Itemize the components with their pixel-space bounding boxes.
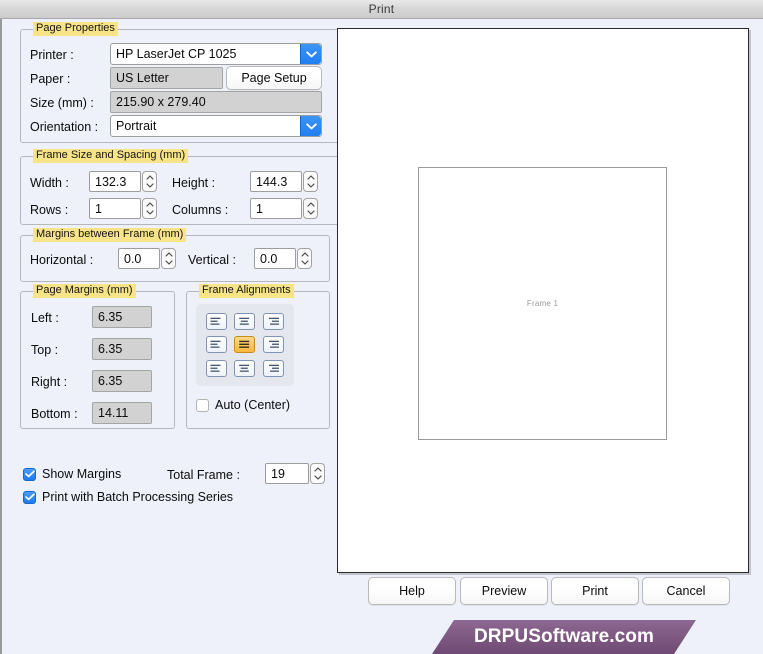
orientation-value: Portrait (116, 119, 157, 133)
total-frame-label: Total Frame : (167, 468, 240, 482)
columns-label: Columns : (172, 203, 229, 217)
right-margin-value: 6.35 (98, 374, 123, 388)
orientation-select[interactable]: Portrait (110, 115, 322, 137)
size-value-field: 215.90 x 279.40 (110, 91, 322, 113)
total-frame-value: 19 (271, 466, 285, 481)
top-margin-field: 6.35 (92, 338, 152, 360)
align-middle-right-icon[interactable] (263, 336, 285, 354)
align-bottom-left-icon[interactable] (205, 359, 227, 377)
width-value: 132.3 (95, 174, 127, 189)
title-bar: Print (0, 0, 763, 19)
paper-label: Paper : (30, 72, 71, 86)
horizontal-label: Horizontal : (30, 253, 94, 267)
align-bottom-center-icon[interactable] (234, 359, 256, 377)
total-frame-input[interactable]: 19 (265, 463, 309, 484)
vertical-stepper[interactable] (297, 248, 312, 269)
align-top-right-icon[interactable] (263, 313, 285, 331)
print-button-label: Print (582, 584, 608, 598)
height-label: Height : (172, 176, 216, 190)
columns-input[interactable]: 1 (250, 198, 302, 219)
page-setup-label: Page Setup (241, 71, 307, 85)
show-margins-checkbox-row[interactable]: Show Margins (23, 467, 121, 481)
bottom-margin-value: 14.11 (98, 406, 129, 420)
size-label: Size (mm) : (30, 96, 94, 110)
page-margins-group-label: Page Margins (mm) (33, 284, 136, 298)
vertical-value: 0.0 (260, 251, 278, 266)
page-setup-button[interactable]: Page Setup (226, 66, 322, 90)
rows-value: 1 (95, 201, 102, 216)
preview-button[interactable]: Preview (460, 577, 548, 605)
print-preview-pane[interactable]: Frame 1 (337, 28, 749, 573)
window-title: Print (368, 2, 395, 16)
align-middle-center-icon[interactable] (234, 336, 256, 354)
top-margin-value: 6.35 (98, 342, 123, 356)
show-margins-label: Show Margins (42, 467, 122, 481)
left-margin-label: Left : (31, 311, 59, 325)
width-input[interactable]: 132.3 (89, 171, 141, 192)
horizontal-value: 0.0 (124, 251, 142, 266)
printer-label: Printer : (30, 48, 74, 62)
right-margin-label: Right : (31, 375, 68, 389)
right-margin-field: 6.35 (92, 370, 152, 392)
preview-frame-1[interactable]: Frame 1 (418, 167, 667, 440)
auto-center-checkbox[interactable] (196, 398, 209, 412)
left-margin-value: 6.35 (98, 310, 123, 324)
margins-between-group-label: Margins between Frame (mm) (33, 228, 187, 242)
brand-label: DRPUSoftware.com (473, 626, 655, 647)
height-input[interactable]: 144.3 (250, 171, 302, 192)
rows-input[interactable]: 1 (89, 198, 141, 219)
horizontal-stepper[interactable] (161, 248, 176, 269)
height-stepper[interactable] (303, 171, 318, 192)
preview-frame-label: Frame 1 (526, 299, 559, 308)
paper-value: US Letter (116, 71, 169, 85)
frame-alignment-pad (196, 304, 294, 386)
print-button[interactable]: Print (551, 577, 639, 605)
align-top-center-icon[interactable] (234, 313, 256, 331)
printer-select[interactable]: HP LaserJet CP 1025 (110, 43, 322, 65)
rows-label: Rows : (30, 203, 69, 217)
bottom-margin-field: 14.11 (92, 402, 152, 424)
bottom-margin-label: Bottom : (31, 407, 78, 421)
total-frame-stepper[interactable] (310, 463, 325, 484)
dialog-body: Page Properties Printer : HP LaserJet CP… (0, 19, 763, 654)
horizontal-input[interactable]: 0.0 (118, 248, 160, 269)
top-margin-label: Top : (31, 343, 59, 357)
align-top-left-icon[interactable] (205, 313, 227, 331)
orientation-label: Orientation : (30, 120, 99, 134)
frame-size-group-label: Frame Size and Spacing (mm) (33, 149, 189, 163)
printer-value: HP LaserJet CP 1025 (116, 47, 237, 61)
batch-processing-label: Print with Batch Processing Series (42, 490, 234, 504)
cancel-button[interactable]: Cancel (642, 577, 730, 605)
help-button[interactable]: Help (368, 577, 456, 605)
rows-stepper[interactable] (142, 198, 157, 219)
cancel-button-label: Cancel (666, 584, 706, 598)
batch-processing-checkbox-row[interactable]: Print with Batch Processing Series (23, 490, 233, 504)
help-button-label: Help (399, 584, 425, 598)
columns-value: 1 (256, 201, 263, 216)
show-margins-checkbox[interactable] (23, 467, 36, 481)
frame-alignment-grid (196, 304, 294, 386)
height-value: 144.3 (256, 174, 288, 189)
chevron-down-icon[interactable] (300, 116, 321, 136)
width-stepper[interactable] (142, 171, 157, 192)
align-bottom-right-icon[interactable] (263, 359, 285, 377)
width-label: Width : (30, 176, 69, 190)
brand-banner: DRPUSoftware.com (432, 620, 696, 654)
batch-processing-checkbox[interactable] (23, 490, 36, 504)
align-middle-left-icon[interactable] (205, 336, 227, 354)
print-dialog-window: Print Page Properties Printer : HP Laser… (0, 0, 763, 654)
columns-stepper[interactable] (303, 198, 318, 219)
vertical-label: Vertical : (188, 253, 236, 267)
paper-value-field: US Letter (110, 67, 223, 89)
preview-button-label: Preview (481, 584, 527, 598)
chevron-down-icon[interactable] (300, 44, 321, 64)
auto-center-checkbox-row[interactable]: Auto (Center) (196, 398, 290, 412)
auto-center-label: Auto (Center) (215, 398, 291, 412)
size-value: 215.90 x 279.40 (116, 95, 206, 109)
frame-alignments-group-label: Frame Alignments (199, 284, 294, 298)
page-properties-group-label: Page Properties (33, 22, 118, 36)
vertical-input[interactable]: 0.0 (254, 248, 296, 269)
left-margin-field: 6.35 (92, 306, 152, 328)
